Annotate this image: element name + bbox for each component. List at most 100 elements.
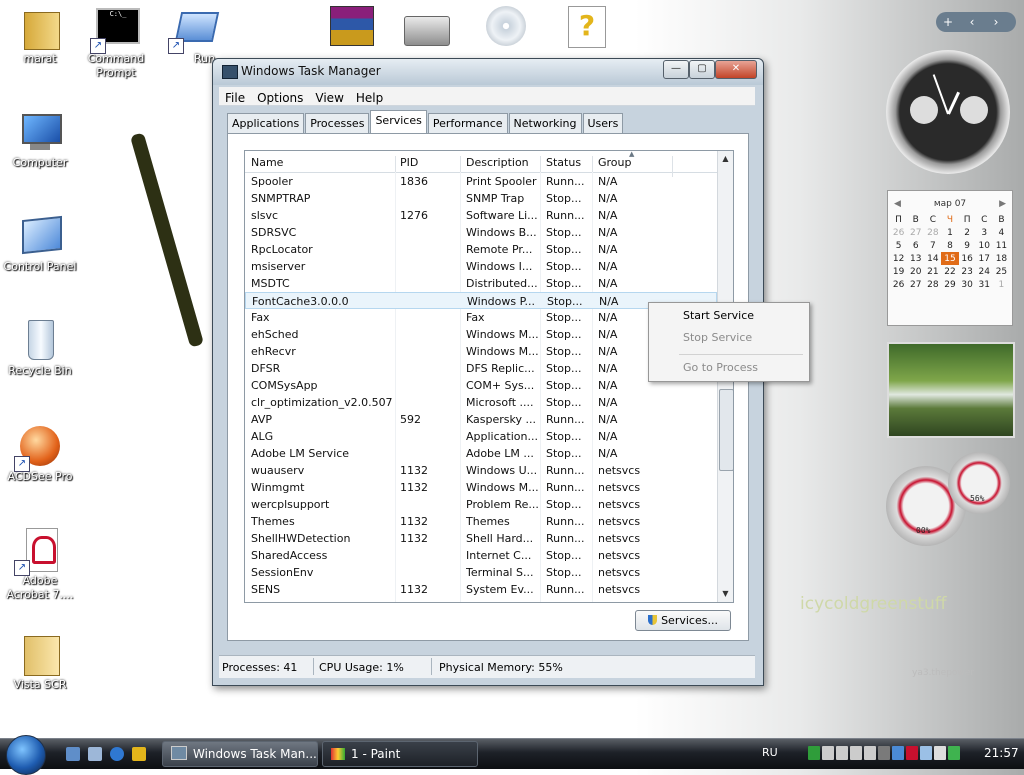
add-gadget-icon[interactable]: + <box>936 12 960 32</box>
scroll-thumb[interactable] <box>719 389 733 471</box>
tray-app-icon[interactable] <box>892 746 904 760</box>
tab-services[interactable]: Services <box>370 110 427 133</box>
tab-performance[interactable]: Performance <box>427 113 508 133</box>
service-row[interactable]: Adobe LM Service Adobe LM ... Stop... N/A <box>245 445 717 462</box>
antivirus-icon[interactable] <box>906 746 918 760</box>
column-header-status[interactable]: Status <box>546 156 581 169</box>
calendar-day[interactable]: 14 <box>924 252 941 265</box>
calendar-day[interactable]: 13 <box>907 252 924 265</box>
service-row[interactable]: SharedAccess Internet C... Stop... netsvcs <box>245 547 717 564</box>
calendar-day[interactable]: 30 <box>959 278 976 291</box>
tab-applications[interactable]: Applications <box>227 113 305 133</box>
service-row[interactable]: SessionEnv Terminal S... Stop... netsvcs <box>245 564 717 581</box>
language-indicator[interactable]: RU <box>762 746 778 759</box>
quick-launch-icon[interactable] <box>132 747 146 761</box>
menu-item-stop-service[interactable]: Stop Service <box>683 331 752 344</box>
service-row[interactable]: COMSysApp COM+ Sys... Stop... N/A <box>245 377 717 394</box>
calendar-day[interactable]: 20 <box>907 265 924 278</box>
tab-networking[interactable]: Networking <box>508 113 582 133</box>
service-row[interactable]: SENS 1132 System Ev... Runn... netsvcs <box>245 581 717 598</box>
calendar-day[interactable]: 18 <box>993 252 1010 265</box>
calendar-day[interactable]: 27 <box>907 226 924 239</box>
start-button[interactable] <box>6 735 46 775</box>
show-desktop-icon[interactable] <box>66 747 80 761</box>
desktop-icon-command-prompt[interactable]: C:\_ ↗ Command Prompt <box>76 6 156 80</box>
calendar-day[interactable]: 28 <box>924 226 941 239</box>
desktop-icon-control-panel[interactable]: Control Panel <box>0 214 80 274</box>
service-row[interactable]: wercplsupport Problem Re... Stop... netsvcs <box>245 496 717 513</box>
calendar-day[interactable]: 4 <box>993 226 1010 239</box>
tray-app-icon[interactable] <box>948 746 960 760</box>
service-row[interactable]: AVP 592 Kaspersky ... Runn... N/A <box>245 411 717 428</box>
close-button[interactable]: ✕ <box>715 60 757 79</box>
prev-icon[interactable]: ‹ <box>960 12 984 32</box>
service-row[interactable]: Themes 1132 Themes Runn... netsvcs <box>245 513 717 530</box>
scroll-down-icon[interactable]: ▼ <box>718 589 733 598</box>
service-row[interactable]: ShellHWDetection 1132 Shell Hard... Runn...… <box>245 530 717 547</box>
desktop-icon-acdsee[interactable]: ↗ ACDSee Pro <box>0 424 80 484</box>
calendar-day[interactable]: 3 <box>976 226 993 239</box>
slideshow-gadget[interactable] <box>887 342 1015 438</box>
title-bar[interactable]: Windows Task Manager — ▢ ✕ <box>213 59 763 85</box>
desktop-icon-marat[interactable]: marat <box>0 6 80 66</box>
service-row[interactable]: clr_optimization_v2.0.507... Microsoft ..… <box>245 394 717 411</box>
tray-app-icon[interactable] <box>808 746 820 760</box>
calendar-day[interactable]: 1 <box>993 278 1010 291</box>
calendar-day[interactable]: 2 <box>959 226 976 239</box>
calendar-day[interactable]: 10 <box>976 239 993 252</box>
service-row[interactable]: ehRecvr Windows M... Stop... N/A <box>245 343 717 360</box>
clock-gadget[interactable] <box>886 50 1010 174</box>
menu-file[interactable]: File <box>219 90 251 105</box>
media-stop-icon[interactable] <box>864 746 876 760</box>
calendar-prev-icon[interactable]: ◀ <box>894 199 901 209</box>
column-header-description[interactable]: Description <box>466 156 529 169</box>
calendar-day[interactable]: 5 <box>890 239 907 252</box>
internet-explorer-icon[interactable] <box>110 747 124 761</box>
maximize-button[interactable]: ▢ <box>689 60 715 79</box>
calendar-day[interactable]: 9 <box>959 239 976 252</box>
service-row[interactable]: RpcLocator Remote Pr... Stop... N/A <box>245 241 717 258</box>
service-row[interactable]: wuauserv 1132 Windows U... Runn... netsvcs <box>245 462 717 479</box>
menu-help[interactable]: Help <box>350 90 389 105</box>
menu-options[interactable]: Options <box>251 90 309 105</box>
tray-app-icon[interactable] <box>878 746 890 760</box>
calendar-day[interactable]: 27 <box>907 278 924 291</box>
desktop-icon-vista-scr[interactable]: Vista SCR <box>0 632 80 692</box>
tab-processes[interactable]: Processes <box>305 113 370 133</box>
media-prev-icon[interactable] <box>822 746 834 760</box>
minimize-button[interactable]: — <box>663 60 689 79</box>
calendar-day[interactable]: 7 <box>924 239 941 252</box>
column-header-name[interactable]: Name <box>251 156 283 169</box>
calendar-day[interactable]: 19 <box>890 265 907 278</box>
service-row[interactable]: Fax Fax Stop... N/A <box>245 309 717 326</box>
service-row[interactable]: SDRSVC Windows B... Stop... N/A <box>245 224 717 241</box>
next-icon[interactable]: › <box>984 12 1008 32</box>
drive-icon[interactable] <box>404 16 450 46</box>
calendar-day[interactable]: 1 <box>941 226 958 239</box>
taskbar-clock[interactable]: 21:57 <box>984 746 1019 760</box>
service-row[interactable]: msiserver Windows I... Stop... N/A <box>245 258 717 275</box>
calendar-day[interactable]: 16 <box>959 252 976 265</box>
calendar-day[interactable]: 31 <box>976 278 993 291</box>
taskbar-paint[interactable]: 1 - Paint <box>322 741 478 767</box>
service-row[interactable]: SNMPTRAP SNMP Trap Stop... N/A <box>245 190 717 207</box>
desktop-icon-run[interactable]: ↗ Run <box>154 6 234 66</box>
calendar-day[interactable]: 25 <box>993 265 1010 278</box>
taskbar-task-manager[interactable]: Windows Task Man... <box>162 741 318 767</box>
volume-icon[interactable] <box>934 746 946 760</box>
tab-users[interactable]: Users <box>582 113 624 133</box>
media-next-icon[interactable] <box>850 746 862 760</box>
calendar-day[interactable]: 8 <box>941 239 958 252</box>
network-icon[interactable] <box>920 746 932 760</box>
media-play-icon[interactable] <box>836 746 848 760</box>
services-button[interactable]: Services... <box>635 610 731 631</box>
calendar-day[interactable]: 17 <box>976 252 993 265</box>
service-row[interactable]: slsvc 1276 Software Li... Runn... N/A <box>245 207 717 224</box>
menu-item-go-to-process[interactable]: Go to Process <box>683 361 758 374</box>
service-row[interactable]: ehSched Windows M... Stop... N/A <box>245 326 717 343</box>
cd-drive-icon[interactable] <box>486 6 526 46</box>
calendar-day[interactable]: 23 <box>959 265 976 278</box>
calendar-day[interactable]: 28 <box>924 278 941 291</box>
column-header-pid[interactable]: PID <box>400 156 418 169</box>
calendar-day[interactable]: 22 <box>941 265 958 278</box>
